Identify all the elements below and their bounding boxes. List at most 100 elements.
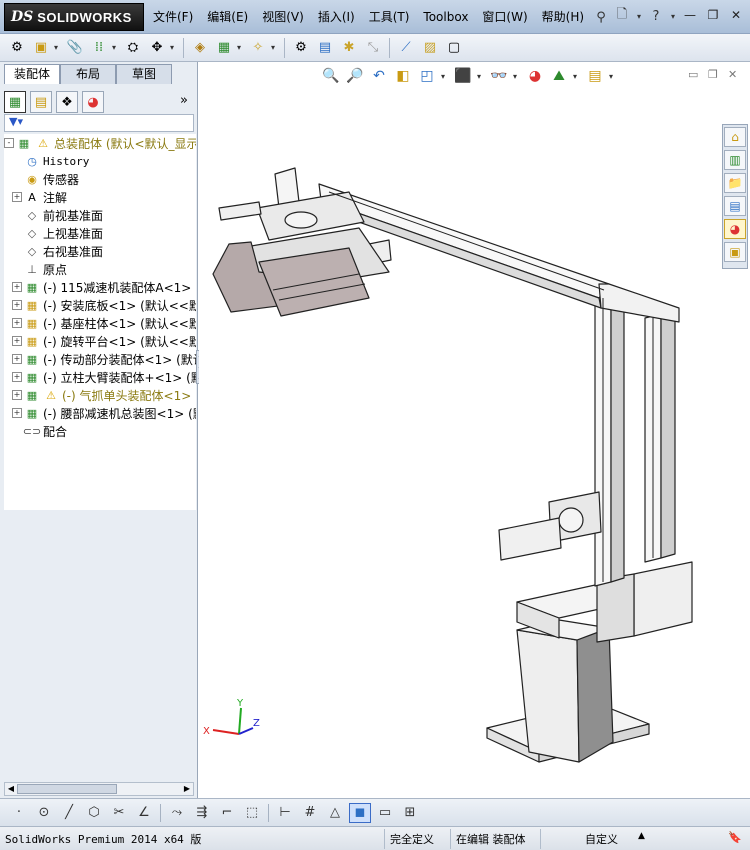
property-manager-icon[interactable]: ▤ xyxy=(30,91,52,113)
chevron-down-icon[interactable]: ▾ xyxy=(441,72,449,81)
offset-icon[interactable]: ⇶ xyxy=(191,803,213,823)
expand-node-icon[interactable]: + xyxy=(12,318,22,328)
tree-item[interactable]: + ▦ (-) 立柱大臂装配体+<1> (默 xyxy=(4,368,196,386)
bill-of-materials-icon[interactable]: ▤ xyxy=(314,37,336,59)
expand-node-icon[interactable]: + xyxy=(12,300,22,310)
chevron-down-icon[interactable]: ▾ xyxy=(635,6,643,26)
chevron-down-icon[interactable]: ▾ xyxy=(112,43,120,52)
display-style-icon[interactable]: ⬛ xyxy=(453,66,473,86)
reference-geometry-icon[interactable]: ✧ xyxy=(247,37,269,59)
viewport-close-icon[interactable]: ✕ xyxy=(728,68,744,82)
scroll-left-icon[interactable]: ◀ xyxy=(5,783,17,795)
expand-node-icon[interactable]: + xyxy=(12,354,22,364)
configuration-manager-icon[interactable]: ❖ xyxy=(56,91,78,113)
menu-help[interactable]: 帮助(H) xyxy=(535,0,591,34)
insert-component-icon[interactable]: ⚙ xyxy=(6,37,28,59)
apply-scene-icon[interactable]: ⛰ xyxy=(549,66,569,86)
chevron-down-icon[interactable]: ▾ xyxy=(669,6,677,26)
scrollbar-thumb[interactable] xyxy=(17,784,117,794)
solidworks-resources-icon[interactable]: ⌂ xyxy=(724,127,746,147)
chevron-up-icon[interactable]: ▲ xyxy=(638,831,645,841)
display-manager-icon[interactable]: ◕ xyxy=(82,91,104,113)
extend-icon[interactable]: ⤳ xyxy=(166,803,188,823)
section-view-icon[interactable]: ◧ xyxy=(393,66,413,86)
tree-item[interactable]: ◇ 前视基准面 xyxy=(4,206,196,224)
tree-item[interactable]: + A 注解 xyxy=(4,188,196,206)
file-explorer-icon[interactable]: 📁 xyxy=(724,173,746,193)
close-button[interactable]: ✕ xyxy=(726,6,746,24)
status-units-custom[interactable]: 自定义 xyxy=(585,831,618,847)
custom-properties-icon[interactable]: ▣ xyxy=(724,242,746,262)
tree-item[interactable]: + ▦ (-) 腰部减速机总装图<1> (默 xyxy=(4,404,196,422)
single-view-icon[interactable]: ▭ xyxy=(374,803,396,823)
tree-item[interactable]: + ▦ (-) 基座柱体<1> (默认<<默认 xyxy=(4,314,196,332)
corner-icon[interactable]: ⌐ xyxy=(216,803,238,823)
expand-node-icon[interactable]: + xyxy=(12,336,22,346)
tree-item[interactable]: + ▦ (-) 旋转平台<1> (默认<<默认 xyxy=(4,332,196,350)
expand-node-icon[interactable]: + xyxy=(12,390,22,400)
menu-tools[interactable]: 工具(T) xyxy=(362,0,417,34)
tree-item[interactable]: + ▦ (-) 115减速机装配体A<1> (默 xyxy=(4,278,196,296)
circle-icon[interactable]: ⊙ xyxy=(33,803,55,823)
collapse-node-icon[interactable]: - xyxy=(4,138,14,148)
chevron-down-icon[interactable]: ▾ xyxy=(609,72,617,81)
expand-panel-icon[interactable]: » xyxy=(180,93,188,108)
scroll-right-icon[interactable]: ▶ xyxy=(181,783,193,795)
exploded-view-icon[interactable]: ✱ xyxy=(338,37,360,59)
view-orientation-icon[interactable]: ◰ xyxy=(417,66,437,86)
tree-item[interactable]: + ▦ ⚠ (-) 气抓单头装配体<1> xyxy=(4,386,196,404)
shaded-view-icon[interactable]: ◼ xyxy=(349,802,371,823)
tree-item[interactable]: - ▦ ⚠ 总装配体 (默认<默认_显示状 xyxy=(4,134,196,152)
tree-item[interactable]: ◉ 传感器 xyxy=(4,170,196,188)
dimension-icon[interactable]: ⊢ xyxy=(274,803,296,823)
zoom-to-fit-icon[interactable]: 🔍 xyxy=(321,66,341,86)
view-palette-icon[interactable]: ▤ xyxy=(724,196,746,216)
solidworks-logo[interactable]: DS SOLIDWORKS xyxy=(4,3,144,31)
help-icon[interactable]: ? xyxy=(646,6,666,26)
filter-icon[interactable]: ▼▾ xyxy=(9,115,23,128)
angle-icon[interactable]: ∠ xyxy=(133,803,155,823)
explode-line-sketch-icon[interactable]: ⤡ xyxy=(362,37,384,59)
tab-sketch[interactable]: 草图 xyxy=(116,64,172,84)
chevron-down-icon[interactable]: ▾ xyxy=(170,43,178,52)
assembly-features-icon[interactable]: ▦ xyxy=(213,37,235,59)
chevron-down-icon[interactable]: ▾ xyxy=(573,72,581,81)
pin-icon[interactable]: ⚲ xyxy=(591,7,611,27)
view-settings-icon[interactable]: ▤ xyxy=(585,66,605,86)
menu-toolbox[interactable]: Toolbox xyxy=(416,0,475,34)
expand-node-icon[interactable]: + xyxy=(12,408,22,418)
smart-fasteners-icon[interactable]: ⛭ xyxy=(122,37,144,59)
tab-assembly[interactable]: 装配体 xyxy=(4,64,60,84)
point-icon[interactable]: · xyxy=(8,803,30,823)
zoom-to-area-icon[interactable]: 🔎 xyxy=(345,66,365,86)
tree-item[interactable]: ◷ History xyxy=(4,152,196,170)
menu-insert[interactable]: 插入(I) xyxy=(311,0,362,34)
move-component-icon[interactable]: ✥ xyxy=(146,37,168,59)
tree-filter[interactable]: ▼▾ xyxy=(4,114,194,132)
chevron-down-icon[interactable]: ▾ xyxy=(237,43,245,52)
show-hidden-icon[interactable]: ◈ xyxy=(189,37,211,59)
clearance-verification-icon[interactable]: ▨ xyxy=(419,37,441,59)
robot-arm-model[interactable]: X Y Z xyxy=(199,62,750,798)
viewport-minimize-icon[interactable]: ▭ xyxy=(688,68,704,82)
interference-detection-icon[interactable]: ⟋ xyxy=(395,37,417,59)
viewport-tile-icon[interactable]: ❐ xyxy=(708,68,724,82)
restore-button[interactable]: ❐ xyxy=(703,6,723,24)
rectangle-select-icon[interactable]: ⬚ xyxy=(241,803,263,823)
panel-horizontal-scrollbar[interactable]: ◀ ▶ xyxy=(4,782,194,796)
menu-view[interactable]: 视图(V) xyxy=(255,0,311,34)
expand-node-icon[interactable]: + xyxy=(12,372,22,382)
mate-icon[interactable]: 📎 xyxy=(64,37,86,59)
feature-manager-icon[interactable]: ▦ xyxy=(4,91,26,113)
tree-item[interactable]: + ▦ (-) 传动部分装配体<1> (默认 xyxy=(4,350,196,368)
menu-window[interactable]: 窗口(W) xyxy=(475,0,534,34)
appearances-scenes-icon[interactable]: ◕ xyxy=(724,219,746,239)
chevron-down-icon[interactable]: ▾ xyxy=(477,72,485,81)
expand-node-icon[interactable]: + xyxy=(12,192,22,202)
tooltip-help-icon[interactable]: 🔖 xyxy=(728,831,742,845)
four-view-icon[interactable]: ⊞ xyxy=(399,803,421,823)
new-part-icon[interactable]: ▣ xyxy=(30,37,52,59)
chevron-down-icon[interactable]: ▾ xyxy=(271,43,279,52)
trim-icon[interactable]: ✂ xyxy=(108,803,130,823)
polygon-icon[interactable]: ⬡ xyxy=(83,803,105,823)
